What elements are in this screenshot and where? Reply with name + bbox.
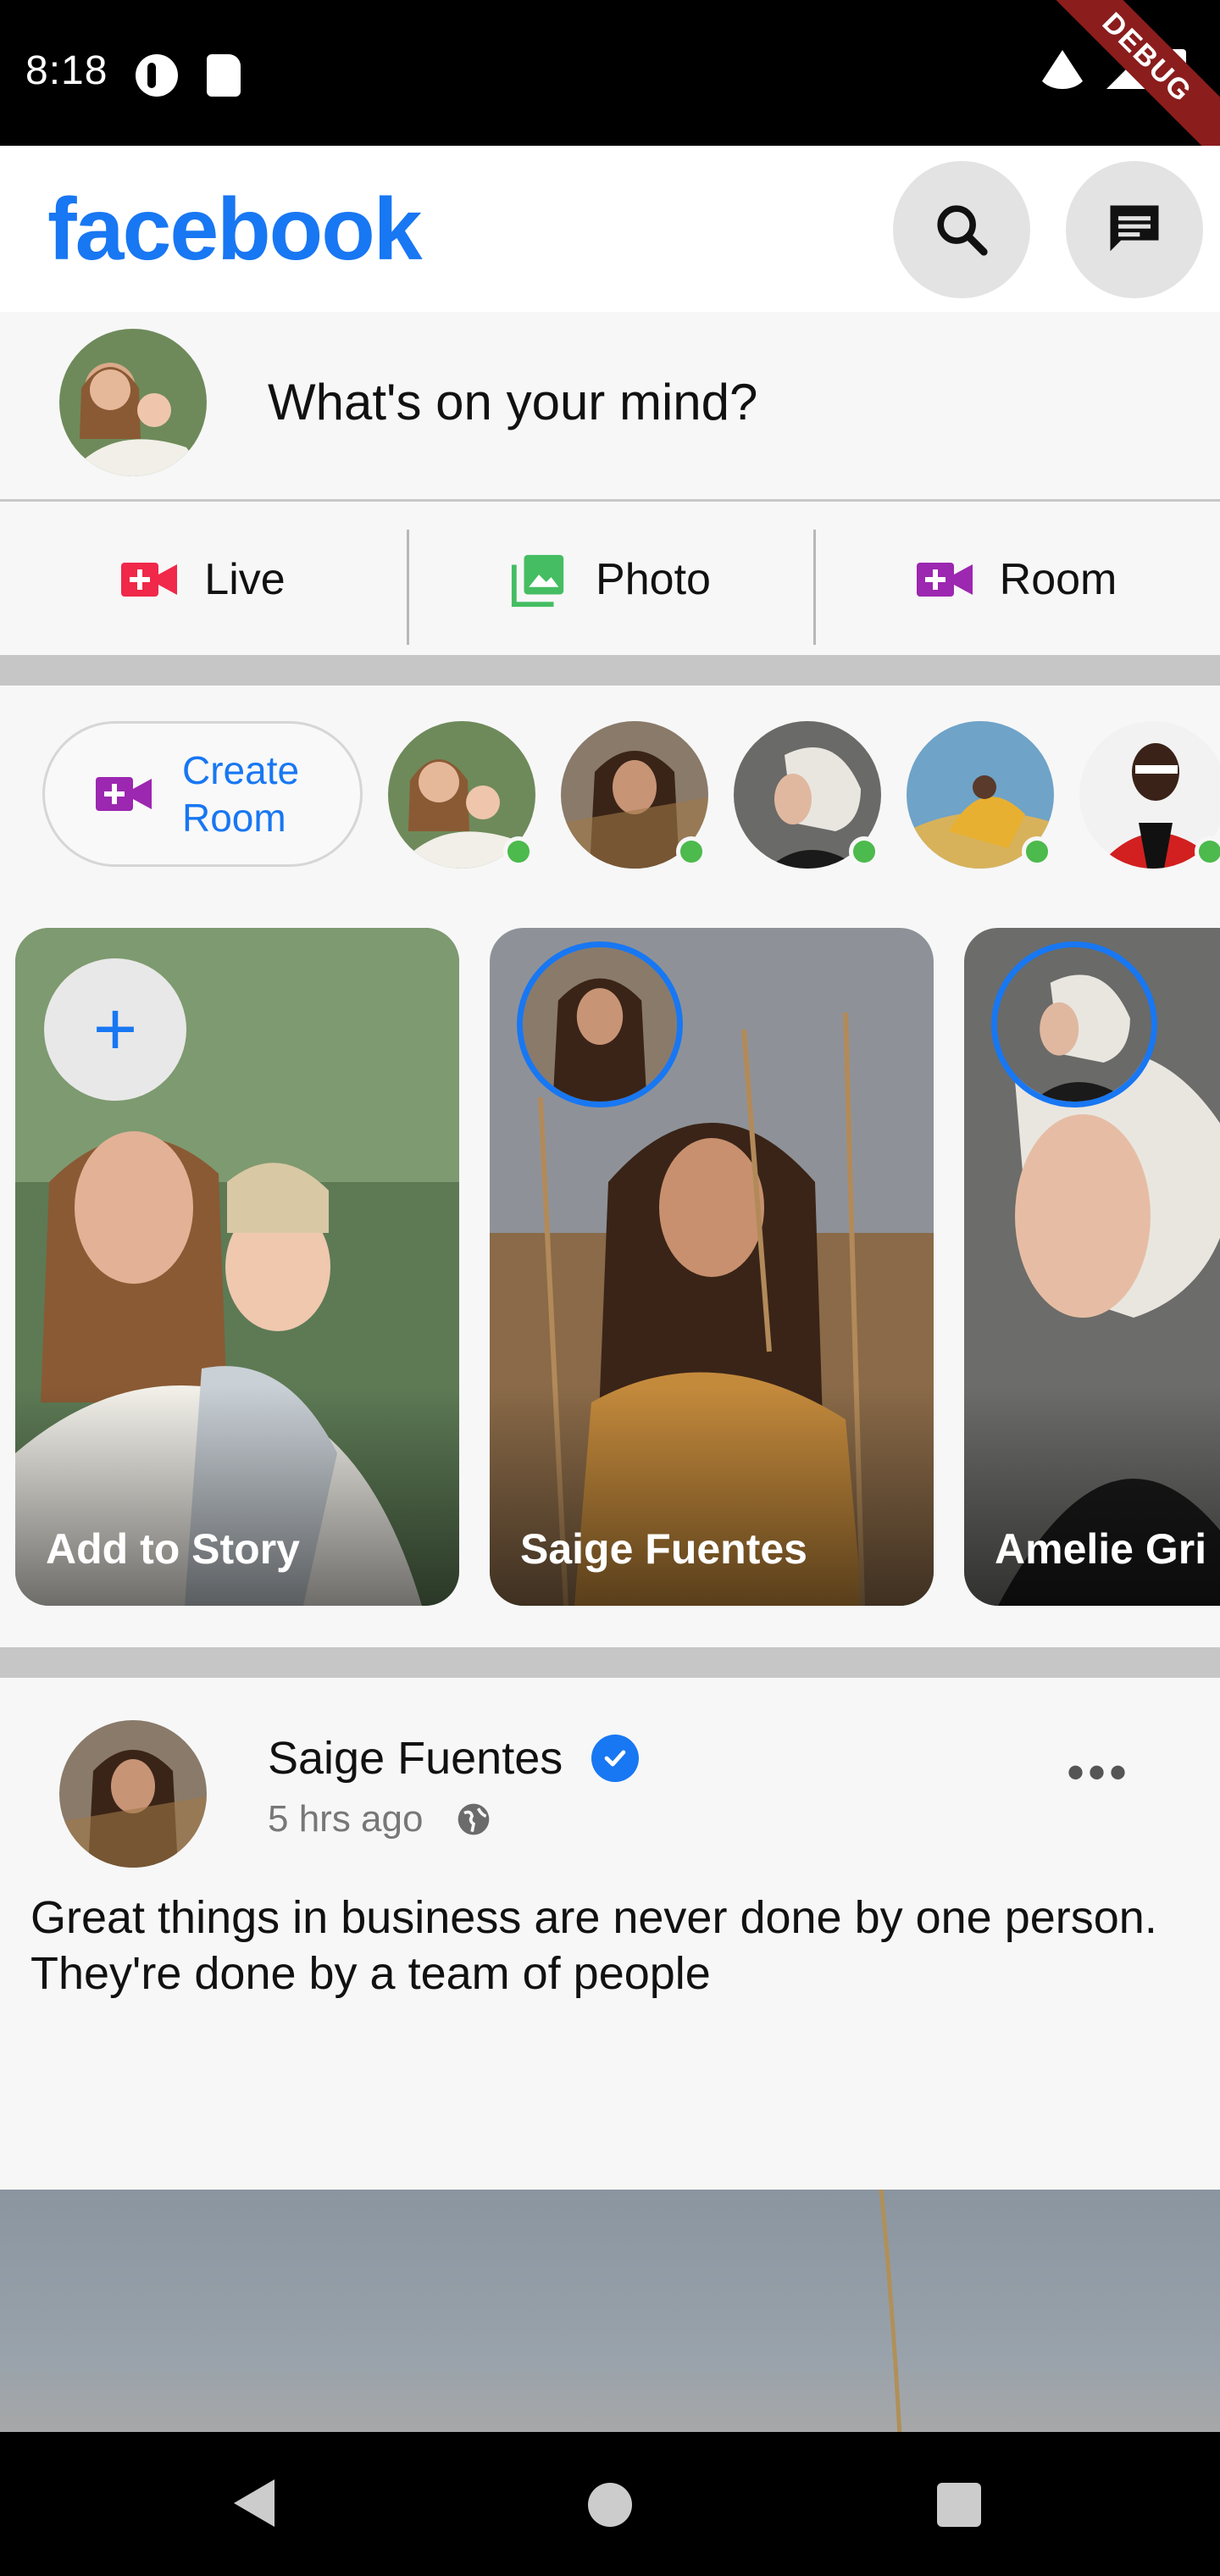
online-indicator xyxy=(1022,836,1052,867)
photo-label: Photo xyxy=(596,555,711,604)
sd-card-icon xyxy=(207,54,241,97)
chat-icon xyxy=(1110,205,1159,252)
system-nav-bar xyxy=(0,2432,1220,2576)
section-divider xyxy=(0,1647,1220,1678)
post-image[interactable] xyxy=(0,2190,1220,2432)
stories-row: + Add to Story Saige Fuentes Amelie Gri xyxy=(0,897,1220,1618)
composer-actions: Live Photo Room xyxy=(0,504,1220,655)
online-indicator xyxy=(849,836,879,867)
avatar[interactable] xyxy=(59,1720,207,1868)
status-app-icon xyxy=(136,54,178,97)
create-room-button[interactable]: Create Room xyxy=(42,721,363,867)
create-room-label: Create Room xyxy=(182,748,300,840)
search-button[interactable] xyxy=(893,161,1030,298)
online-indicator xyxy=(1195,836,1220,867)
status-bar: 8:18 DEBUG xyxy=(0,0,1220,170)
verified-icon xyxy=(591,1735,640,1782)
post-meta: 5 hrs ago xyxy=(268,1798,492,1840)
online-indicator xyxy=(676,836,707,867)
search-icon xyxy=(937,205,988,256)
online-user-avatar[interactable] xyxy=(734,721,881,869)
room-button[interactable]: Room xyxy=(813,504,1220,655)
top-bar: facebook xyxy=(0,146,1220,312)
add-story-button[interactable]: + xyxy=(44,958,186,1101)
post-composer: What's on your mind? xyxy=(0,312,1220,502)
room-label: Room xyxy=(999,555,1117,604)
live-video-icon xyxy=(121,563,178,597)
messenger-button[interactable] xyxy=(1066,161,1203,298)
story-label: Add to Story xyxy=(46,1525,300,1573)
home-icon[interactable] xyxy=(588,2483,632,2527)
rooms-row: Create Room xyxy=(0,686,1220,897)
story-avatar xyxy=(517,941,683,1108)
video-room-icon xyxy=(916,563,973,597)
avatar[interactable] xyxy=(59,329,207,476)
live-label: Live xyxy=(204,555,286,604)
post-text: Great things in business are never done … xyxy=(30,1892,1157,1999)
video-room-icon xyxy=(96,777,152,811)
section-divider xyxy=(0,655,1220,686)
story-card[interactable]: Amelie Gri xyxy=(964,928,1220,1606)
story-label: Amelie Gri xyxy=(995,1525,1207,1573)
status-time: 8:18 xyxy=(25,48,108,93)
post-card: Saige Fuentes 5 hrs ago ••• Great things… xyxy=(0,1678,1220,2432)
story-label: Saige Fuentes xyxy=(520,1525,807,1573)
post-photo xyxy=(879,2190,902,2432)
story-avatar xyxy=(991,941,1157,1108)
globe-icon xyxy=(458,1803,490,1835)
photo-icon xyxy=(511,554,564,608)
plus-icon: + xyxy=(92,986,138,1072)
live-button[interactable]: Live xyxy=(0,504,407,655)
composer-input[interactable]: What's on your mind? xyxy=(268,373,757,431)
online-user-avatar[interactable] xyxy=(907,721,1054,869)
online-user-avatar[interactable] xyxy=(1079,721,1220,869)
post-author-name[interactable]: Saige Fuentes xyxy=(268,1732,563,1785)
story-card-add[interactable]: + Add to Story xyxy=(15,928,459,1606)
recent-apps-icon[interactable] xyxy=(937,2483,981,2527)
online-indicator xyxy=(503,836,534,867)
post-time: 5 hrs ago xyxy=(268,1798,424,1840)
app: facebook What's on your mind? Live Photo… xyxy=(0,146,1220,2432)
back-icon[interactable] xyxy=(234,2479,274,2527)
facebook-logo: facebook xyxy=(47,180,423,279)
online-user-avatar[interactable] xyxy=(388,721,535,869)
story-card[interactable]: Saige Fuentes xyxy=(490,928,934,1606)
online-user-avatar[interactable] xyxy=(561,721,708,869)
more-options-icon[interactable]: ••• xyxy=(1067,1747,1130,1798)
post-author[interactable]: Saige Fuentes xyxy=(268,1732,640,1785)
wifi-icon xyxy=(1037,50,1088,89)
photo-button[interactable]: Photo xyxy=(407,504,813,655)
